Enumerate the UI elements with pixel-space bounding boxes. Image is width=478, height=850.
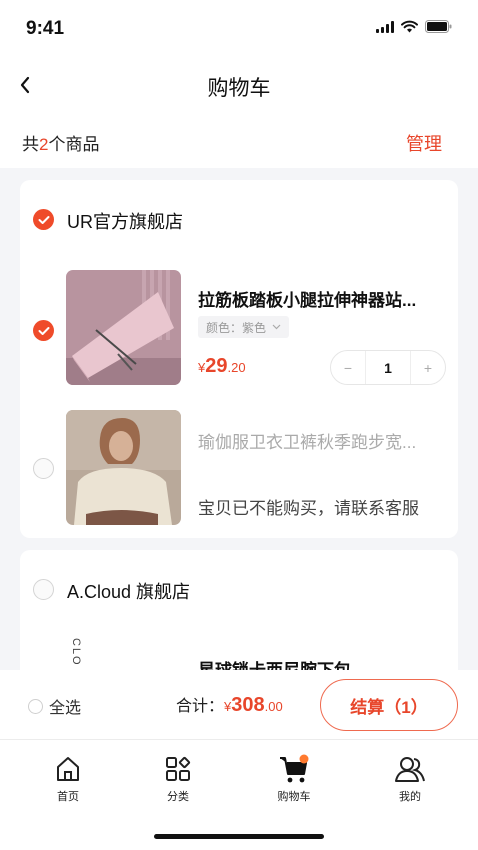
total-label: 合计： — [176, 698, 225, 715]
tab-cart[interactable]: 购物车 — [254, 754, 334, 804]
total-amount: 合计：¥308.00 — [176, 694, 283, 716]
select-all-toggle[interactable]: 全选 — [28, 694, 81, 718]
tab-category[interactable]: 分类 — [138, 754, 218, 804]
profile-icon — [395, 757, 425, 782]
check-icon — [38, 215, 49, 224]
product-image[interactable] — [66, 270, 181, 385]
select-all-checkbox[interactable] — [28, 698, 43, 714]
tab-profile[interactable]: 我的 — [370, 754, 450, 804]
status-icons — [376, 20, 452, 33]
quantity-stepper[interactable]: − 1 + — [330, 350, 446, 385]
cart-list[interactable]: UR官方旗舰店 拉筋板踏板小腿拉伸神器站... 颜色：紫色 ¥29.20 − 1… — [0, 168, 478, 670]
item-count: 共2个商品 — [22, 135, 100, 154]
status-bar: 9:41 — [0, 0, 478, 56]
thumb-logo-text: CLO — [70, 638, 82, 667]
item-checkbox[interactable] — [33, 320, 54, 341]
increase-button[interactable]: + — [411, 360, 445, 376]
nav-bar: 购物车 — [0, 56, 478, 114]
home-icon — [57, 757, 79, 781]
cart-icon — [280, 754, 309, 783]
tab-label: 首页 — [57, 791, 79, 803]
tab-home[interactable]: 首页 — [28, 754, 108, 804]
shop-checkbox[interactable] — [33, 209, 54, 230]
status-time: 9:41 — [26, 18, 65, 39]
checkout-button[interactable]: 结算（1） — [320, 679, 458, 731]
manage-button[interactable]: 管理 — [406, 130, 442, 156]
shop-name: A.Cloud 旗舰店 — [67, 582, 191, 602]
spec-label: 颜色：紫色 — [206, 320, 267, 335]
product-image[interactable] — [66, 410, 181, 525]
quantity-value[interactable]: 1 — [365, 351, 411, 384]
shop-checkbox[interactable] — [33, 579, 54, 600]
unavailable-notice: 宝贝已不能购买，请联系客服 — [198, 499, 419, 518]
wifi-icon — [401, 20, 418, 33]
page-title: 购物车 — [207, 77, 271, 100]
checkout-bar: 全选 合计：¥308.00 结算（1） — [0, 670, 478, 740]
decrease-button[interactable]: − — [331, 360, 365, 376]
tab-label: 购物车 — [277, 791, 311, 803]
category-icon — [166, 756, 191, 781]
summary-bar: 共2个商品 管理 — [0, 114, 478, 168]
product-title[interactable]: 瑜伽服卫衣卫裤秋季跑步宽... — [198, 428, 416, 453]
chevron-down-icon — [272, 324, 281, 330]
product-image[interactable]: CLO — [66, 632, 181, 670]
shop-name: UR官方旗舰店 — [67, 212, 183, 232]
product-title[interactable]: 拉筋板踏板小腿拉伸神器站... — [198, 286, 416, 311]
check-icon — [38, 326, 49, 335]
battery-icon — [425, 20, 452, 33]
product-title[interactable]: 星球锁卡西尼腕下包 — [198, 656, 351, 670]
shop-card: A.Cloud 旗舰店 CLO 星球锁卡西尼腕下包 — [20, 550, 458, 670]
home-indicator — [154, 834, 324, 839]
spec-selector[interactable]: 颜色：紫色 — [198, 316, 290, 338]
signal-icon — [376, 20, 394, 33]
select-all-label: 全选 — [49, 700, 82, 717]
shop-header: A.Cloud 旗舰店 — [20, 550, 458, 626]
shop-card: UR官方旗舰店 拉筋板踏板小腿拉伸神器站... 颜色：紫色 ¥29.20 − 1… — [20, 180, 458, 538]
item-checkbox[interactable] — [33, 458, 54, 479]
shop-header: UR官方旗舰店 — [20, 180, 458, 256]
tab-label: 我的 — [399, 791, 421, 803]
tab-label: 分类 — [167, 791, 189, 803]
product-price: ¥29.20 — [198, 355, 246, 377]
